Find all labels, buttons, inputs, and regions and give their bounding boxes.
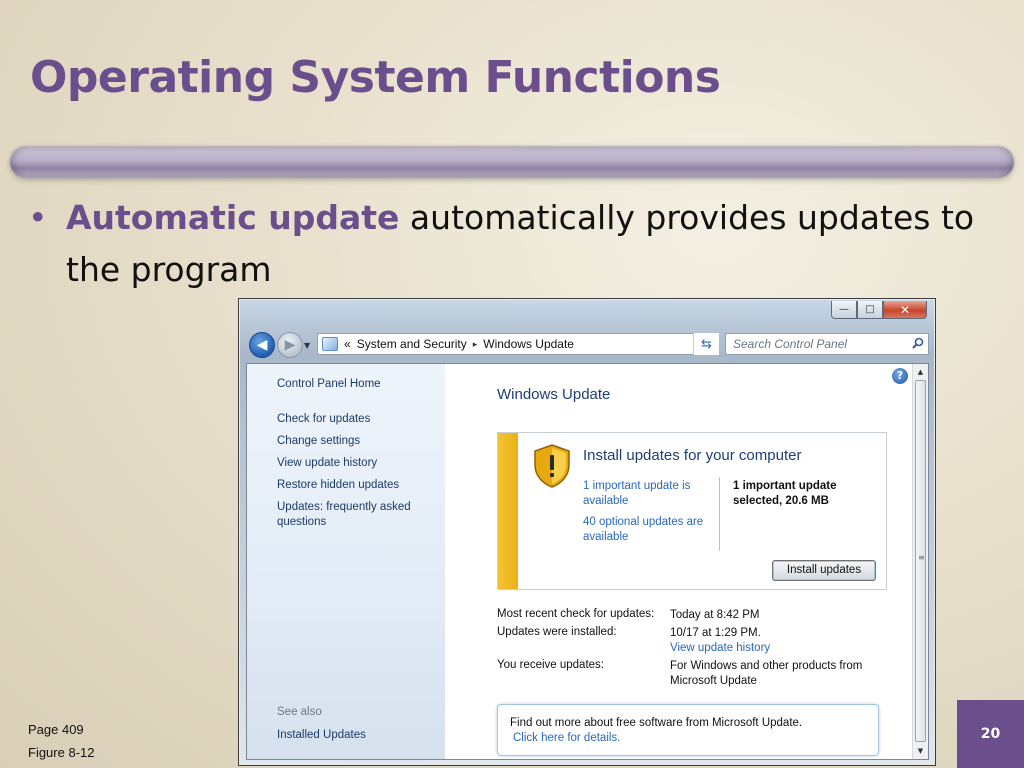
refresh-button[interactable]: ⇆ — [693, 333, 719, 355]
receive-updates-row: You receive updates: For Windows and oth… — [497, 659, 862, 687]
navigation-bar: ◀ ▶ ▼ « System and Security ▸ Windows Up… — [247, 331, 929, 359]
last-installed-row: Updates were installed: 10/17 at 1:29 PM… — [497, 626, 770, 654]
sidebar-item-restore-hidden-updates[interactable]: Restore hidden updates — [277, 478, 437, 493]
search-icon[interactable] — [912, 337, 924, 349]
sidebar-task-list: Check for updates Change settings View u… — [277, 412, 437, 537]
sidebar-item-updates-faq[interactable]: Updates: frequently asked questions — [277, 500, 437, 530]
important-updates-link[interactable]: 1 important update is available — [583, 479, 713, 509]
main-pane: Windows Update Install updates for your … — [445, 364, 913, 759]
forward-button[interactable]: ▶ — [277, 332, 303, 358]
breadcrumb-separator-icon[interactable]: ▸ — [473, 339, 478, 350]
control-panel-home-link[interactable]: Control Panel Home — [277, 378, 381, 390]
last-check-row: Most recent check for updates: Today at … — [497, 608, 760, 621]
view-update-history-link[interactable]: View update history — [670, 641, 900, 656]
sidebar: Control Panel Home Check for updates Cha… — [247, 364, 445, 759]
slide-title: Operating System Functions — [30, 52, 721, 103]
vertical-scrollbar[interactable]: ▲ ≡ ▼ — [912, 364, 928, 759]
title-divider — [10, 146, 1014, 178]
sidebar-item-view-update-history[interactable]: View update history — [277, 456, 437, 471]
bullet-marker: • — [28, 198, 48, 237]
info-value: For Windows and other products from Micr… — [670, 660, 863, 687]
info-value: 10/17 at 1:29 PM. — [670, 627, 761, 639]
info-label: Updates were installed: — [497, 626, 617, 638]
content-area: Control Panel Home Check for updates Cha… — [246, 363, 929, 760]
breadcrumb-prefix[interactable]: « — [344, 337, 351, 351]
breadcrumb-system-and-security[interactable]: System and Security — [357, 337, 467, 351]
page-reference: Page 409 — [28, 722, 84, 737]
selected-updates-summary: 1 important update selected, 20.6 MB — [733, 480, 837, 507]
status-color-bar — [498, 433, 518, 589]
bullet-term: Automatic update — [66, 198, 400, 237]
control-panel-icon — [322, 337, 338, 351]
info-label: You receive updates: — [497, 659, 604, 671]
recent-pages-dropdown-icon[interactable]: ▼ — [304, 341, 310, 350]
search-input[interactable]: Search Control Panel — [725, 333, 929, 355]
minimize-button[interactable]: — — [831, 301, 857, 319]
search-placeholder: Search Control Panel — [733, 337, 848, 351]
info-label: Most recent check for updates: — [497, 608, 655, 620]
panel-divider — [719, 477, 720, 551]
refresh-icon: ⇆ — [701, 336, 712, 352]
forward-arrow-icon: ▶ — [284, 337, 296, 353]
close-button[interactable]: ✕ — [883, 301, 927, 319]
window-controls: — □ ✕ — [831, 301, 927, 319]
sidebar-item-change-settings[interactable]: Change settings — [277, 434, 437, 449]
info-value: Today at 8:42 PM — [670, 609, 760, 621]
bullet-point: • Automatic update automatically provide… — [28, 192, 1008, 296]
install-updates-panel: Install updates for your computer 1 impo… — [497, 432, 887, 590]
breadcrumb-windows-update[interactable]: Windows Update — [483, 337, 574, 351]
install-updates-button[interactable]: Install updates — [772, 560, 876, 581]
windows-update-window: — □ ✕ ◀ ▶ ▼ « System and Security ▸ Wind… — [238, 298, 936, 766]
see-also-label: See also — [277, 706, 322, 718]
page-title: Windows Update — [497, 386, 611, 403]
install-updates-heading: Install updates for your computer — [583, 447, 802, 464]
back-arrow-icon: ◀ — [256, 337, 268, 353]
optional-updates-link[interactable]: 40 optional updates are available — [583, 515, 713, 545]
sidebar-item-check-for-updates[interactable]: Check for updates — [277, 412, 437, 427]
thumb-grip-icon: ≡ — [918, 553, 925, 562]
notice-text: Find out more about free software from M… — [510, 717, 803, 729]
scrollbar-thumb[interactable]: ≡ — [915, 380, 926, 742]
notice-details-link[interactable]: Click here for details. — [513, 731, 878, 746]
slide-number: 20 — [957, 700, 1024, 768]
maximize-button[interactable]: □ — [857, 301, 883, 319]
scroll-up-icon[interactable]: ▲ — [913, 364, 928, 380]
back-button[interactable]: ◀ — [249, 332, 275, 358]
scroll-down-icon[interactable]: ▼ — [913, 743, 928, 759]
address-bar[interactable]: « System and Security ▸ Windows Update ▼ — [317, 333, 719, 355]
help-icon[interactable]: ? — [892, 368, 908, 384]
microsoft-update-notice: Find out more about free software from M… — [497, 704, 879, 756]
bullet-text: Automatic update automatically provides … — [28, 192, 1008, 296]
figure-reference: Figure 8-12 — [28, 745, 95, 760]
warning-shield-icon — [534, 444, 570, 488]
installed-updates-link[interactable]: Installed Updates — [277, 729, 366, 741]
